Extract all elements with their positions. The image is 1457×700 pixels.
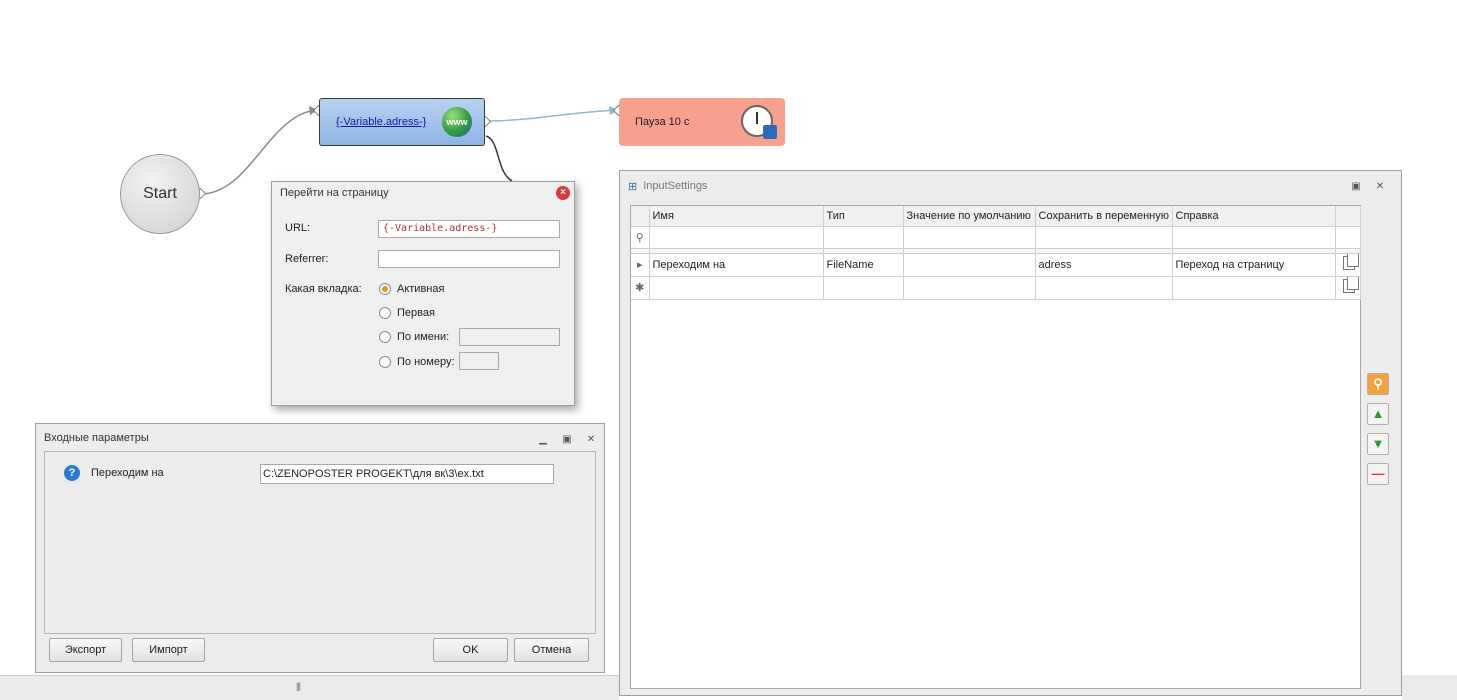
radio-label: По номеру: [397,356,455,368]
scroll-grip-icon[interactable]: ||| [296,681,301,691]
cell-default[interactable] [903,253,1036,277]
copy-icon[interactable] [1342,276,1359,293]
header-row: Имя Тип Значение по умолчанию Сохранить … [631,206,1361,227]
radio-label: Активная [397,283,445,295]
table-row[interactable]: ▸ Переходим на FileName adress Переход н… [631,253,1361,277]
new-cell[interactable] [1172,276,1336,300]
cell-save-to[interactable]: adress [1035,253,1173,277]
column-header[interactable]: Тип [823,206,904,227]
stopwatch-icon [741,105,777,139]
navigate-node-label: {-Variable.adress-} [336,116,427,128]
column-header[interactable]: Справка [1172,206,1336,227]
filter-cell[interactable] [903,226,1036,249]
param-value: C:\ZENOPOSTER PROGEKT\для вк\3\ex.txt [263,468,484,480]
input-settings-window: ⊞ InputSettings ▣ ✕ Имя Тип Значение по … [619,170,1402,696]
radio-button[interactable] [379,331,391,343]
tab-label: Какая вкладка: [285,283,362,295]
cell-type[interactable]: FileName [823,253,904,277]
dialog-title: Перейти на страницу [280,187,389,199]
window-title: InputSettings [643,180,708,192]
radio-active[interactable]: Активная [379,283,444,295]
param-label: Переходим на [91,467,164,479]
url-label: URL: [285,222,311,234]
column-header[interactable]: Значение по умолчанию [903,206,1036,227]
restore-icon[interactable]: ▣ [1349,181,1363,193]
minus-icon[interactable]: — [1367,463,1389,485]
filter-cell[interactable] [823,226,904,249]
arrow-down-icon[interactable]: ▼ [1367,433,1389,455]
radio-by-number[interactable]: По номеру: [379,356,455,368]
copy-cell[interactable] [1335,276,1361,300]
navigate-dialog: Перейти на страницу × URL: {-Variable.ad… [271,181,575,406]
ok-button[interactable]: OK [433,638,508,662]
radio-button[interactable] [379,356,391,368]
param-value-field[interactable]: C:\ZENOPOSTER PROGEKT\для вк\3\ex.txt ··… [260,464,554,484]
window-title: Входные параметры [44,432,149,444]
help-icon[interactable]: ? [64,465,80,481]
new-cell[interactable] [649,276,824,300]
navigate-node[interactable]: {-Variable.adress-} www [319,98,485,146]
header-spacer [1335,206,1361,227]
new-row[interactable]: ✱ [631,276,1361,300]
www-globe-icon: www [442,107,472,137]
filter-row[interactable]: ⚲ [631,226,1361,249]
column-header[interactable]: Имя [649,206,824,227]
import-button[interactable]: Импорт [132,638,205,662]
search-icon[interactable]: ⚲ [1367,373,1389,395]
restore-icon[interactable]: ▣ [560,434,574,446]
filter-icon: ⚲ [631,226,650,249]
radio-by-name[interactable]: По имени: [379,331,449,343]
settings-grid: Имя Тип Значение по умолчанию Сохранить … [630,205,1361,689]
hierarchy-icon: ⊞ [628,180,638,193]
start-label: Start [143,185,177,202]
radio-button[interactable] [379,283,391,295]
new-row-icon: ✱ [631,276,650,300]
filter-cell[interactable] [649,226,824,249]
close-icon[interactable]: ✕ [1373,181,1387,193]
close-icon[interactable]: ✕ [584,434,598,446]
radio-label: Первая [397,307,435,319]
tab-name-field[interactable] [459,328,560,346]
pause-node-label: Пауза 10 с [635,116,690,128]
radio-first[interactable]: Первая [379,307,435,319]
copy-cell[interactable] [1335,253,1361,277]
close-icon[interactable]: × [556,186,570,200]
arrow-up-icon[interactable]: ▲ [1367,403,1389,425]
header-corner [631,206,650,227]
new-cell[interactable] [903,276,1036,300]
cancel-button[interactable]: Отмена [514,638,589,662]
input-params-window: Входные параметры ▁ ▣ ✕ ? Переходим на C… [35,423,605,673]
connector-navigate-error [485,135,513,182]
filter-cell [1335,226,1361,249]
connector-navigate-to-pause [485,109,619,122]
tab-number-field[interactable] [459,352,499,370]
referrer-label: Referrer: [285,253,329,265]
radio-button[interactable] [379,307,391,319]
horizontal-scrollbar[interactable]: ||| [0,675,619,700]
params-area: ? Переходим на C:\ZENOPOSTER PROGEKT\для… [44,451,596,634]
cell-name[interactable]: Переходим на [649,253,824,277]
filter-cell[interactable] [1172,226,1336,249]
referrer-field[interactable] [378,250,560,268]
row-indicator-icon: ▸ [631,253,650,277]
new-cell[interactable] [1035,276,1173,300]
radio-label: По имени: [397,331,450,343]
pause-node[interactable]: Пауза 10 с [619,98,785,146]
minimize-icon[interactable]: ▁ [536,434,550,446]
export-button[interactable]: Экспорт [49,638,122,662]
new-cell[interactable] [823,276,904,300]
filter-cell[interactable] [1035,226,1173,249]
window-title-row: ⊞ InputSettings [620,171,1401,193]
column-header[interactable]: Сохранить в переменную [1035,206,1173,227]
copy-icon[interactable] [1342,253,1359,270]
cell-help[interactable]: Переход на страницу [1172,253,1336,277]
start-node[interactable]: Start [120,154,200,234]
url-field[interactable]: {-Variable.adress-} [378,220,560,238]
status-strip [1402,675,1457,700]
